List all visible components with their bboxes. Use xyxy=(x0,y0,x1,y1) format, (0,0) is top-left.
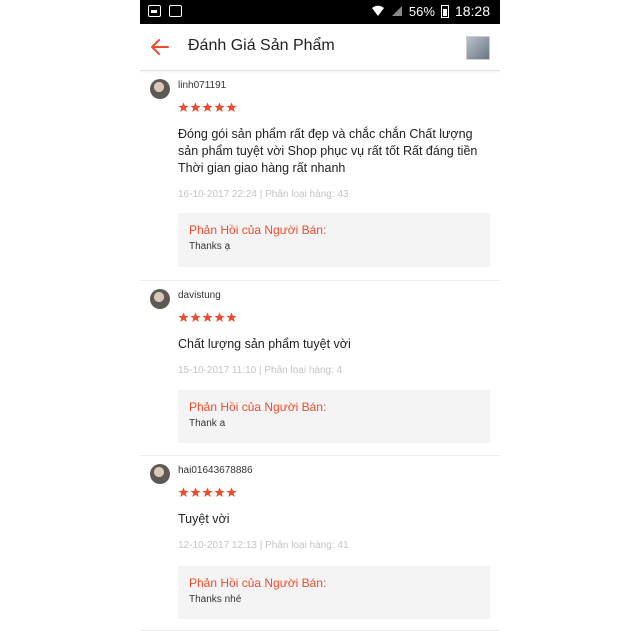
star-icon xyxy=(226,487,237,498)
star-icon xyxy=(202,312,213,323)
star-icon xyxy=(214,102,225,113)
review-meta: 16-10-2017 22:24 | Phân loại hàng: 43 xyxy=(178,189,349,200)
phone-screen: 56% 18:28 Đánh Giá Sản Phẩm linh071191 Đ… xyxy=(140,0,500,640)
seller-response-label: Phản Hồi của Người Bán: xyxy=(189,400,327,414)
seller-response-label: Phản Hồi của Người Bán: xyxy=(189,223,327,237)
rating-stars xyxy=(178,312,237,323)
seller-response-text: Thanks nhé xyxy=(189,594,242,605)
seller-response-text: Thank a xyxy=(189,418,226,429)
star-icon xyxy=(190,102,201,113)
seller-response: Phản Hồi của Người Bán: Thank a xyxy=(178,390,490,443)
battery-icon xyxy=(440,4,449,18)
star-icon xyxy=(226,102,237,113)
review-text: Tuyệt vời xyxy=(178,512,230,526)
rating-stars xyxy=(178,487,237,498)
page-title: Đánh Giá Sản Phẩm xyxy=(188,37,335,54)
back-arrow-icon[interactable] xyxy=(148,35,172,59)
avatar[interactable] xyxy=(150,464,170,484)
star-icon xyxy=(214,487,225,498)
wifi-icon xyxy=(371,5,384,16)
product-thumbnail[interactable] xyxy=(466,36,490,60)
seller-response: Phản Hồi của Người Bán: Thanks ạ xyxy=(178,213,490,267)
review-text: Chất lượng sản phẩm tuyệt vời xyxy=(178,337,351,351)
star-icon xyxy=(190,487,201,498)
star-icon xyxy=(178,312,189,323)
star-icon xyxy=(214,312,225,323)
status-bar: 56% 18:28 xyxy=(140,0,500,24)
signal-icon xyxy=(391,6,402,16)
review-username: linh071191 xyxy=(178,80,227,91)
avatar[interactable] xyxy=(150,289,170,309)
app-header: Đánh Giá Sản Phẩm xyxy=(140,24,500,71)
seller-response-text: Thanks ạ xyxy=(189,241,231,252)
divider xyxy=(140,630,500,631)
star-icon xyxy=(226,312,237,323)
review-text: Đóng gói sản phẩm rất đẹp và chắc chắn C… xyxy=(178,127,478,175)
screenshot-icon xyxy=(169,5,182,17)
star-icon xyxy=(190,312,201,323)
seller-response: Phản Hồi của Người Bán: Thanks nhé xyxy=(178,566,490,619)
review-username: hai01643678886 xyxy=(178,465,253,476)
review-meta: 12-10-2017 12:13 | Phân loại hàng: 41 xyxy=(178,540,349,551)
rating-stars xyxy=(178,102,237,113)
seller-response-label: Phản Hồi của Người Bán: xyxy=(189,576,327,590)
divider xyxy=(140,455,500,456)
divider xyxy=(140,280,500,281)
star-icon xyxy=(178,102,189,113)
star-icon xyxy=(202,102,213,113)
notification-icon xyxy=(148,5,161,17)
clock: 18:28 xyxy=(454,3,490,19)
review-username: davistung xyxy=(178,290,221,301)
star-icon xyxy=(202,487,213,498)
star-icon xyxy=(178,487,189,498)
review-meta: 15-10-2017 11:10 | Phân loại hàng: 4 xyxy=(178,365,343,376)
battery-percent: 56% xyxy=(408,3,435,19)
avatar[interactable] xyxy=(150,79,170,99)
